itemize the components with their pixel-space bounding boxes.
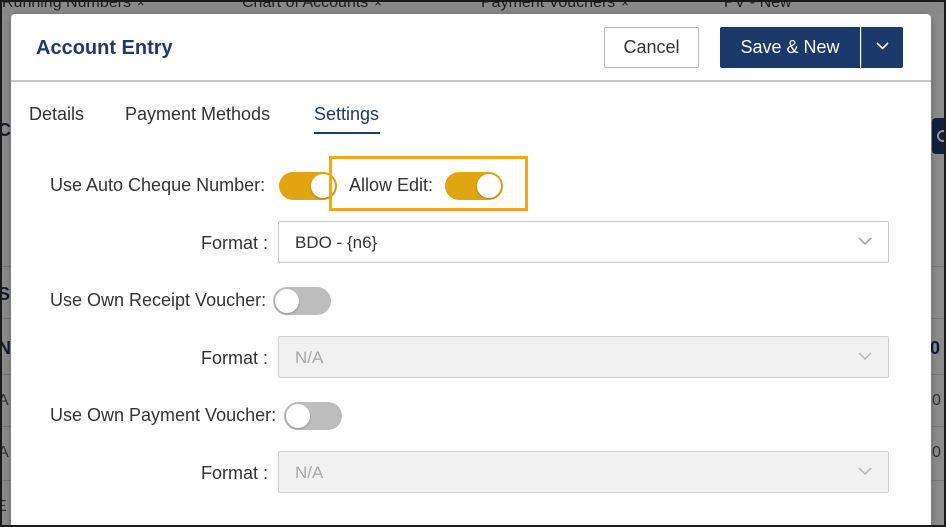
cancel-button[interactable]: Cancel	[604, 27, 699, 68]
payment-voucher-format-value: N/A	[295, 463, 324, 482]
account-entry-dialog: Account Entry Cancel Save & New Details …	[11, 14, 931, 527]
dialog-title: Account Entry	[36, 37, 173, 59]
chevron-down-icon	[858, 467, 872, 476]
save-and-new-button[interactable]: Save & New	[720, 27, 860, 68]
toggle-knob	[477, 174, 501, 198]
save-options-dropdown-button[interactable]	[861, 27, 903, 68]
own-payment-voucher-label: Use Own Payment Voucher:	[50, 405, 277, 425]
receipt-voucher-format-value: N/A	[295, 348, 324, 367]
payment-voucher-format-select: N/A	[278, 451, 889, 493]
own-payment-voucher-toggle[interactable]	[284, 402, 342, 430]
format-label: Format :	[201, 233, 269, 253]
own-receipt-voucher-label: Use Own Receipt Voucher:	[50, 290, 267, 310]
allow-edit-label: Allow Edit:	[349, 175, 434, 195]
dialog-header: Account Entry Cancel Save & New	[11, 14, 931, 82]
tab-details[interactable]: Details	[29, 104, 84, 125]
chevron-down-icon	[858, 352, 872, 361]
toggle-knob	[286, 404, 310, 428]
chevron-down-icon	[858, 237, 872, 246]
allow-edit-toggle[interactable]	[445, 172, 503, 200]
own-receipt-voucher-toggle[interactable]	[273, 287, 331, 315]
dialog-tabs: Details Payment Methods Settings	[11, 98, 931, 138]
format-label: Format :	[201, 463, 269, 483]
auto-cheque-number-label: Use Auto Cheque Number:	[50, 175, 266, 195]
cheque-format-value: BDO - {n6}	[295, 233, 378, 252]
toggle-knob	[275, 289, 299, 313]
active-tab-indicator	[314, 132, 380, 134]
tab-payment-methods[interactable]: Payment Methods	[125, 104, 270, 125]
cheque-format-select[interactable]: BDO - {n6}	[278, 221, 889, 263]
chevron-down-icon	[876, 42, 889, 50]
format-label: Format :	[201, 348, 269, 368]
receipt-voucher-format-select: N/A	[278, 336, 889, 378]
tab-settings[interactable]: Settings	[314, 104, 379, 125]
